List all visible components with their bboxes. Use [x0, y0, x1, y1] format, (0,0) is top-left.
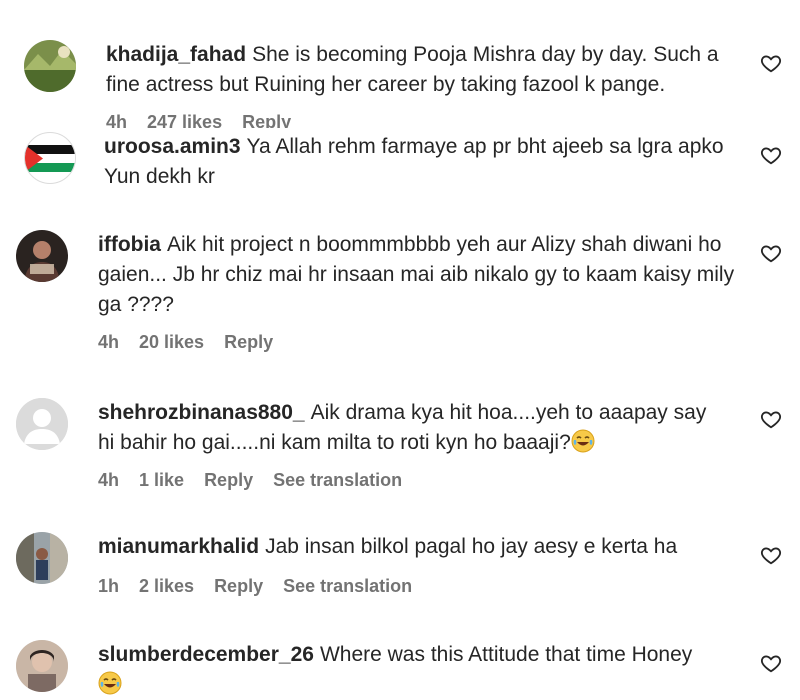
comment-meta: 4h 1 like Reply See translation [98, 470, 402, 491]
comment-item: mianumarkhalid Jab insan bilkol pagal ho … [0, 530, 800, 610]
comment-username[interactable]: shehrozbinanas880_ [98, 401, 305, 424]
avatar[interactable] [24, 132, 76, 184]
comment-text: khadija_fahad She is becoming Pooja Mishr… [106, 40, 746, 100]
comment-meta: 4h 247 likes Reply [106, 112, 291, 128]
heart-icon[interactable] [760, 652, 782, 674]
comment-username[interactable]: iffobia [98, 233, 161, 256]
comment-username[interactable]: slumberdecember_26 [98, 643, 314, 666]
avatar[interactable] [16, 230, 68, 282]
comment-item: uroosa.amin3 Ya Allah rehm farmaye ap pr … [0, 128, 800, 208]
comment-time: 1h [98, 576, 120, 596]
comment-time: 4h [98, 470, 120, 490]
comment-time: 4h [98, 332, 120, 352]
heart-icon[interactable] [760, 544, 782, 566]
comment-likes[interactable]: 20 likes [139, 332, 204, 353]
reply-button[interactable]: Reply [224, 332, 273, 353]
comment-text: uroosa.amin3 Ya Allah rehm farmaye ap pr … [104, 132, 744, 192]
comment-username[interactable]: uroosa.amin3 [104, 135, 241, 158]
comment-text: iffobia Aik hit project n boommmbbbb yeh … [98, 230, 738, 320]
heart-icon[interactable] [760, 408, 782, 430]
comment-text: shehrozbinanas880_ Aik drama kya hit hoa.… [98, 398, 728, 458]
reply-button[interactable]: Reply [214, 576, 263, 597]
avatar[interactable] [16, 398, 68, 450]
comment-item: shehrozbinanas880_ Aik drama kya hit hoa.… [0, 394, 800, 504]
comment-likes[interactable]: 2 likes [139, 576, 194, 597]
heart-icon[interactable] [760, 52, 782, 74]
comment-likes[interactable]: 1 like [139, 470, 184, 491]
heart-icon[interactable] [760, 242, 782, 264]
reply-button[interactable]: Reply [204, 470, 253, 491]
avatar[interactable] [16, 640, 68, 692]
tears-of-joy-emoji-icon [571, 429, 595, 453]
comment-item: iffobia Aik hit project n boommmbbbb yeh … [0, 226, 800, 366]
comment-likes[interactable]: 247 likes [147, 112, 222, 128]
comment-body: Aik hit project n boommmbbbb yeh aur Ali… [98, 233, 735, 316]
comment-body: Jab insan bilkol pagal ho jay aesy e ker… [265, 535, 678, 558]
comment-text: mianumarkhalid Jab insan bilkol pagal ho … [98, 532, 738, 562]
heart-icon[interactable] [760, 144, 782, 166]
avatar[interactable] [24, 40, 76, 92]
comment-username[interactable]: khadija_fahad [106, 43, 246, 66]
reply-button[interactable]: Reply [242, 112, 291, 128]
tears-of-joy-emoji-icon [98, 671, 122, 695]
avatar[interactable] [16, 532, 68, 584]
comment-text: slumberdecember_26 Where was this Attitud… [98, 640, 738, 700]
comment-time: 4h [106, 112, 128, 128]
comment-meta: 1h 2 likes Reply See translation [98, 576, 412, 597]
see-translation-button[interactable]: See translation [273, 470, 402, 491]
comment-username[interactable]: mianumarkhalid [98, 535, 259, 558]
comment-body: Where was this Attitude that time Honey [319, 643, 693, 666]
comment-item: khadija_fahad She is becoming Pooja Mishr… [0, 0, 800, 128]
comment-meta: 4h 20 likes Reply [98, 332, 273, 353]
see-translation-button[interactable]: See translation [283, 576, 412, 597]
comment-item: slumberdecember_26 Where was this Attitud… [0, 638, 800, 700]
